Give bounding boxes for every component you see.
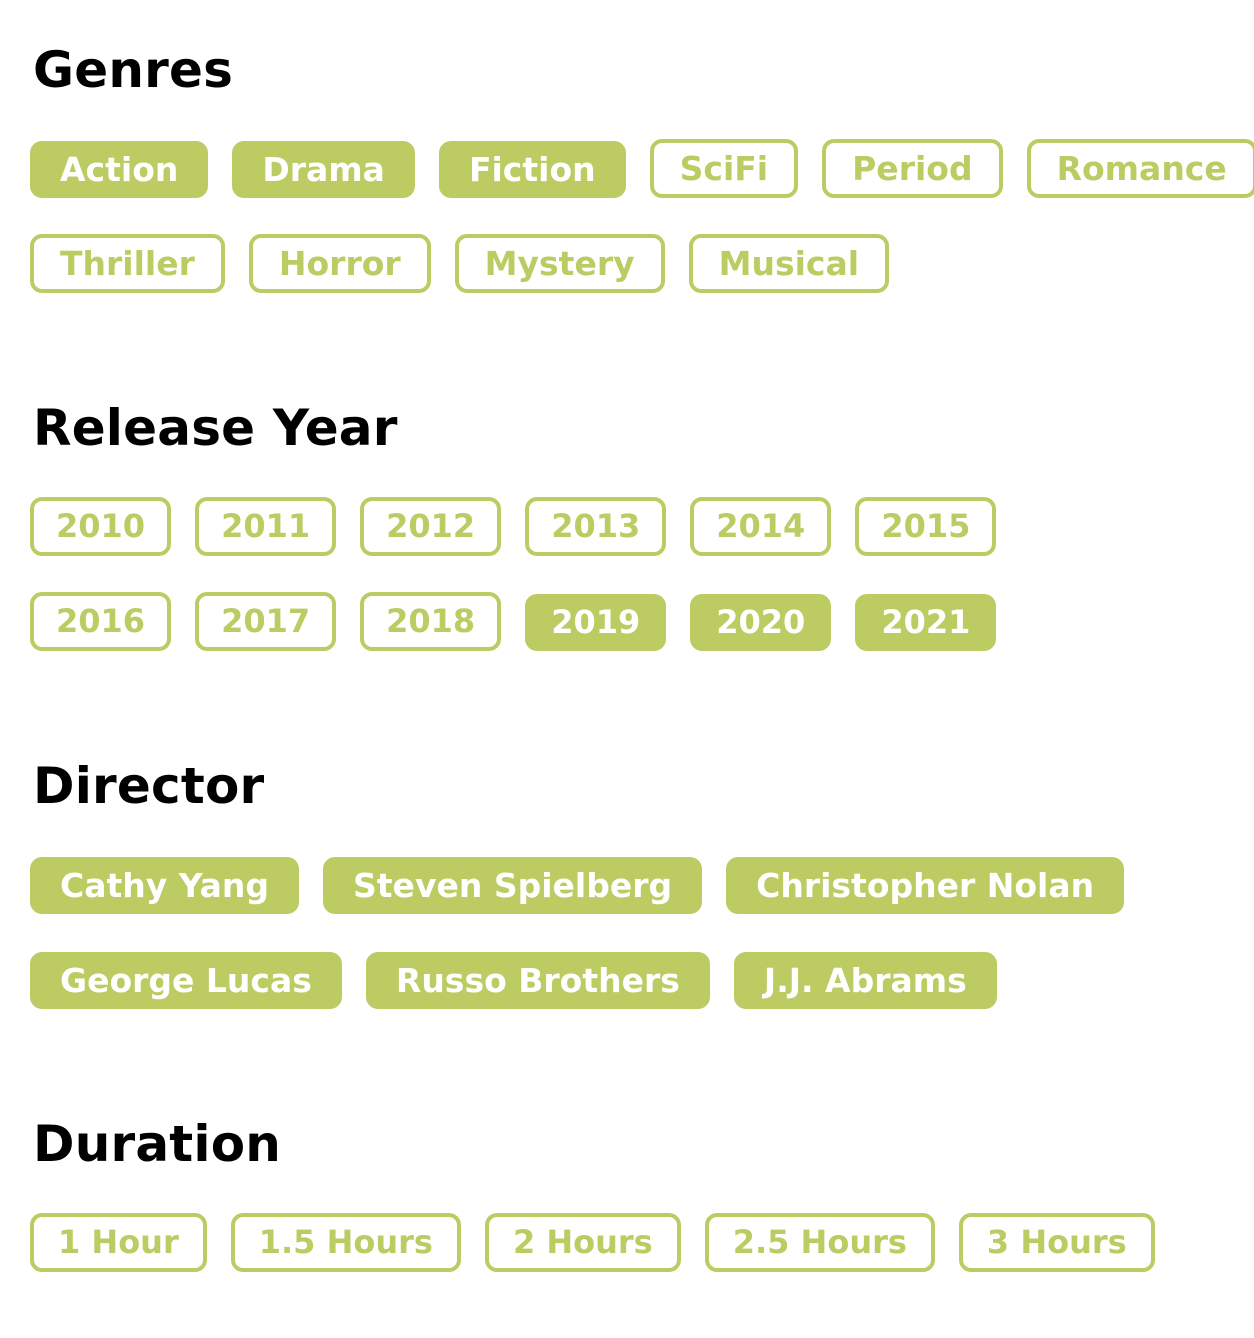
genre-chip-horror[interactable]: Horror — [248, 234, 431, 293]
genre-chip-mystery[interactable]: Mystery — [454, 234, 665, 293]
duration-chip-3-hours[interactable]: 3 Hours — [958, 1213, 1155, 1272]
genre-chip-scifi[interactable]: SciFi — [649, 139, 799, 198]
release-year-heading: Release Year — [33, 399, 398, 457]
year-chip-2016[interactable]: 2016 — [30, 592, 172, 651]
duration-heading: Duration — [33, 1115, 282, 1173]
genre-chip-musical[interactable]: Musical — [688, 234, 890, 293]
genre-chip-fiction[interactable]: Fiction — [438, 141, 626, 198]
duration-chip-1-hour[interactable]: 1 Hour — [30, 1213, 207, 1272]
director-chip-cathy-yang[interactable]: Cathy Yang — [30, 857, 300, 914]
genres-heading: Genres — [33, 41, 234, 99]
genre-chip-period[interactable]: Period — [822, 139, 1003, 198]
genre-chip-romance[interactable]: Romance — [1026, 139, 1254, 198]
year-chip-2018[interactable]: 2018 — [360, 592, 502, 651]
year-chip-2011[interactable]: 2011 — [195, 497, 337, 556]
duration-chip-1-5-hours[interactable]: 1.5 Hours — [230, 1213, 461, 1272]
release-year-row-1: 2010 2011 2012 2013 2014 2015 — [30, 497, 997, 556]
director-row-2: George Lucas Russo Brothers J.J. Abrams — [30, 950, 997, 1009]
genre-chip-action[interactable]: Action — [30, 141, 209, 198]
director-chip-christopher-nolan[interactable]: Christopher Nolan — [726, 857, 1125, 914]
year-chip-2019[interactable]: 2019 — [525, 594, 667, 651]
year-chip-2021[interactable]: 2021 — [855, 594, 997, 651]
genre-chip-drama[interactable]: Drama — [232, 141, 415, 198]
year-chip-2020[interactable]: 2020 — [690, 594, 832, 651]
year-chip-2015[interactable]: 2015 — [855, 497, 997, 556]
director-heading: Director — [33, 757, 265, 815]
year-chip-2014[interactable]: 2014 — [690, 497, 832, 556]
duration-chip-2-hours[interactable]: 2 Hours — [484, 1213, 681, 1272]
director-row-1: Cathy Yang Steven Spielberg Christopher No… — [30, 855, 1125, 914]
year-chip-2012[interactable]: 2012 — [360, 497, 502, 556]
genre-chip-thriller[interactable]: Thriller — [30, 234, 225, 293]
director-chip-russo-brothers[interactable]: Russo Brothers — [365, 952, 710, 1009]
duration-chip-2-5-hours[interactable]: 2.5 Hours — [704, 1213, 935, 1272]
genres-row-2: Thriller Horror Mystery Musical — [30, 234, 890, 293]
genres-row-1: Action Drama Fiction SciFi Period Romance — [30, 139, 1254, 198]
duration-row-1: 1 Hour 1.5 Hours 2 Hours 2.5 Hours 3 Hours — [30, 1213, 1155, 1272]
director-chip-j-j-abrams[interactable]: J.J. Abrams — [733, 952, 997, 1009]
year-chip-2013[interactable]: 2013 — [525, 497, 667, 556]
director-chip-steven-spielberg[interactable]: Steven Spielberg — [323, 857, 703, 914]
director-chip-george-lucas[interactable]: George Lucas — [30, 952, 342, 1009]
year-chip-2017[interactable]: 2017 — [195, 592, 337, 651]
year-chip-2010[interactable]: 2010 — [30, 497, 172, 556]
release-year-row-2: 2016 2017 2018 2019 2020 2021 — [30, 592, 997, 651]
